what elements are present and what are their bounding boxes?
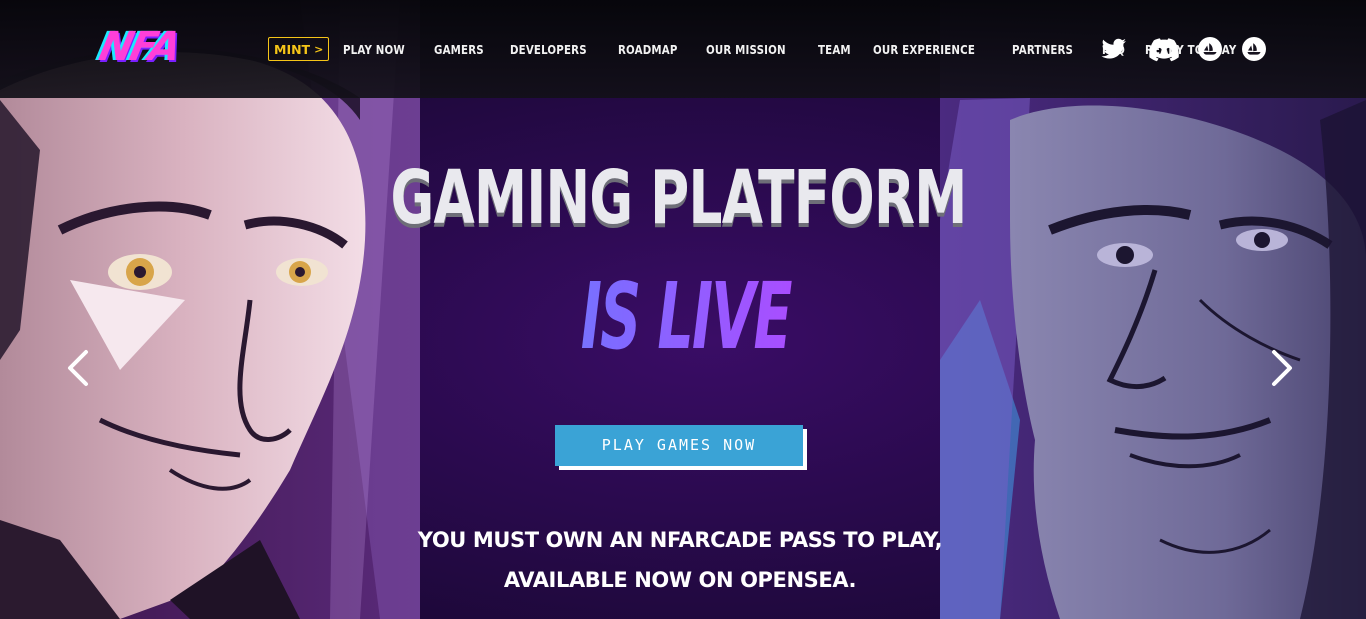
nav-link-our-experience[interactable]: OUR EXPERIENCE	[873, 42, 975, 57]
opensea-icon[interactable]	[1242, 37, 1266, 61]
chevron-right-icon[interactable]	[1268, 348, 1296, 388]
nav-link-our-mission[interactable]: OUR MISSION	[706, 42, 786, 57]
nav-link-roadmap[interactable]: ROADMAP	[618, 42, 678, 57]
nfa-logo[interactable]: NFA	[95, 22, 198, 72]
play-games-now-button[interactable]: PLAY GAMES NOW	[555, 425, 803, 466]
mint-button[interactable]: MINT >	[268, 37, 330, 61]
notice-line-1: YOU MUST OWN AN NFARCADE PASS TO PLAY,	[417, 528, 943, 552]
notice-line-2: AVAILABLE NOW ON OPENSEA.	[503, 568, 857, 592]
arrow-right-icon: >	[314, 42, 324, 56]
hero-headline: GAMING PLATFORM	[390, 155, 968, 241]
nav-link-partners[interactable]: PARTNERS	[1012, 42, 1073, 57]
twitter-icon[interactable]	[1101, 36, 1127, 62]
nav-link-developers[interactable]: DEVELOPERS	[510, 42, 587, 57]
top-navbar: NFA MINT > PLAY NOW GAMERS DEVELOPERS RO…	[0, 0, 1366, 98]
hero-subheadline: IS LIVE	[262, 262, 1109, 372]
opensea-icon[interactable]	[1198, 37, 1222, 61]
nav-link-gamers[interactable]: GAMERS	[434, 42, 484, 57]
nav-link-play-now[interactable]: PLAY NOW	[343, 42, 405, 57]
hero-section: NFA MINT > PLAY NOW GAMERS DEVELOPERS RO…	[0, 0, 1366, 619]
nav-link-team[interactable]: TEAM	[818, 42, 851, 57]
mint-label: MINT	[274, 41, 311, 57]
discord-icon[interactable]	[1149, 36, 1179, 62]
chevron-left-icon[interactable]	[64, 348, 92, 388]
hero-notice: YOU MUST OWN AN NFARCADE PASS TO PLAY, A…	[380, 520, 980, 600]
